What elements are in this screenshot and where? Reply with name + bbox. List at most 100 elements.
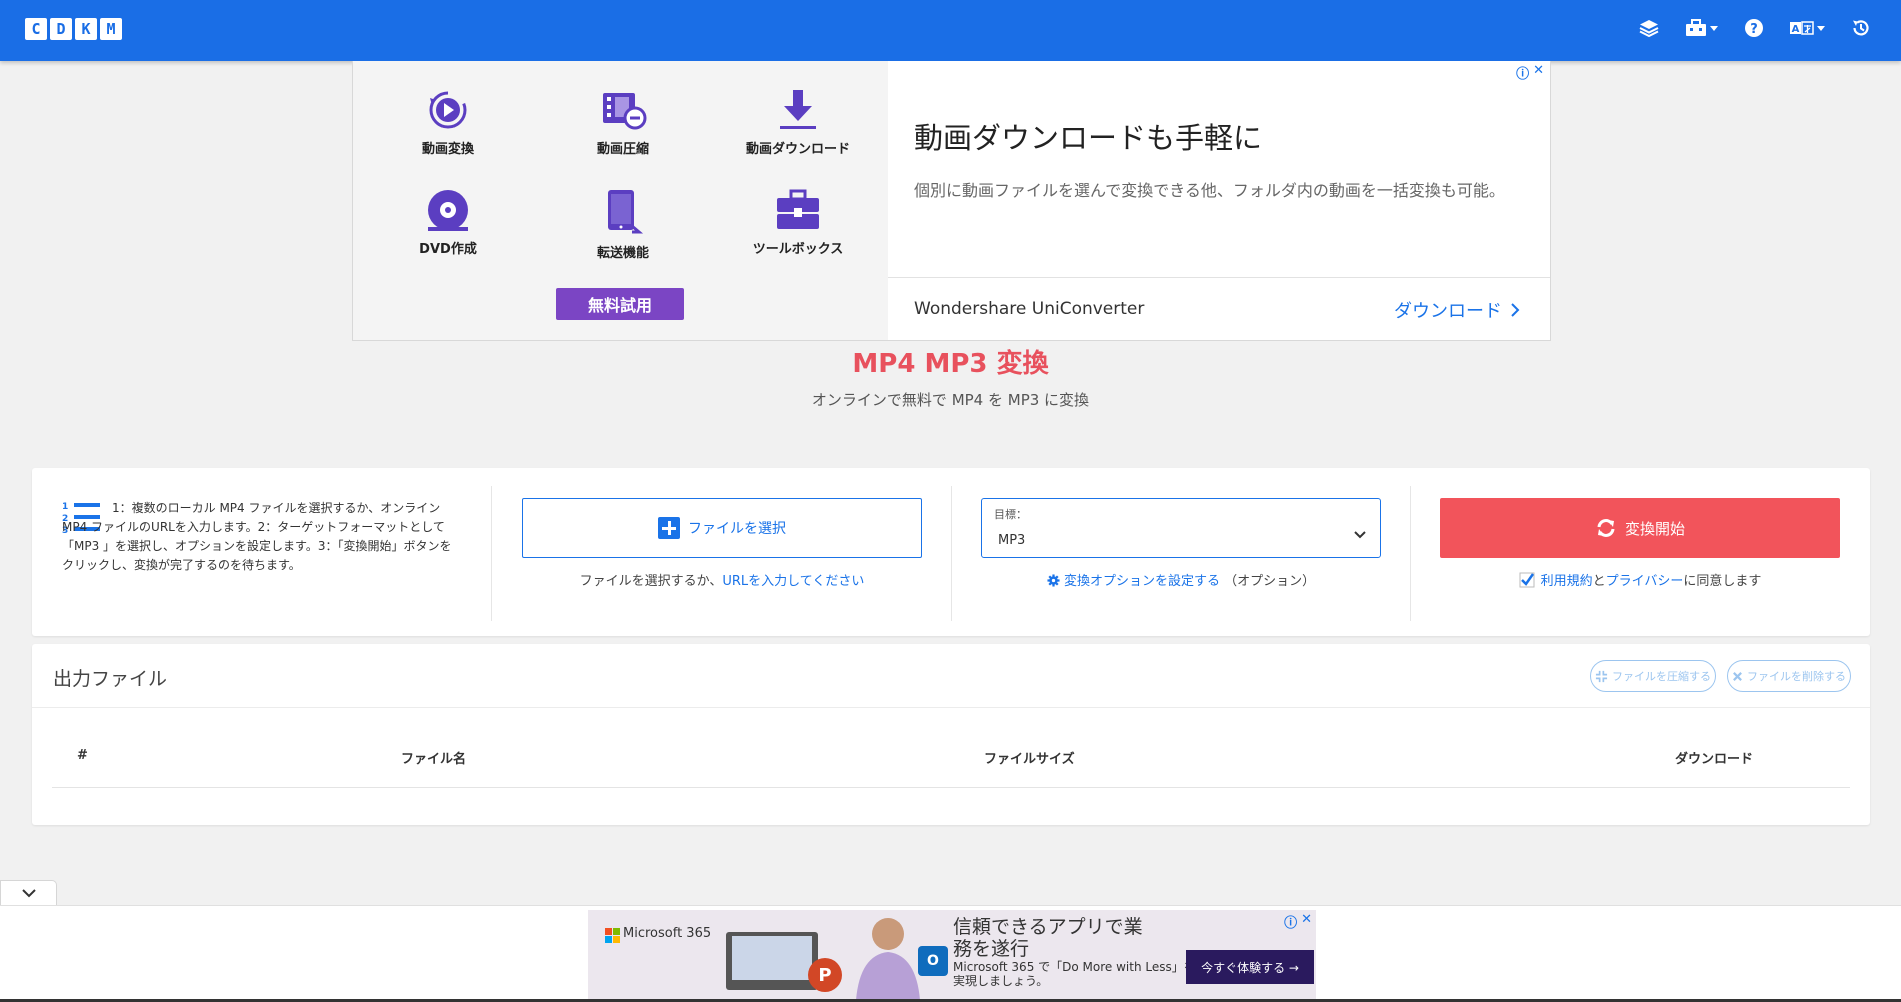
- help-icon[interactable]: ?: [1744, 18, 1764, 38]
- chevron-down-icon: [1817, 25, 1825, 31]
- ad-app-label: DVD作成: [419, 242, 477, 257]
- gear-icon: [1047, 574, 1060, 587]
- ad-headline: 信頼できるアプリで業務を遂行: [953, 916, 1143, 960]
- file-hint: ファイルを選択するか、URLを入力してください: [522, 570, 922, 589]
- delete-files-label: ファイルを削除する: [1747, 670, 1846, 683]
- transfer-icon: [608, 190, 644, 234]
- options-suffix: （オプション）: [1224, 574, 1316, 589]
- ad-body: 個別に動画ファイルを選んで変換できる他、フォルダ内の動画を一括変換も可能。: [914, 181, 1505, 200]
- ad-app-video-compress[interactable]: 動画圧縮: [548, 88, 698, 157]
- conversion-options-link[interactable]: 変換オプションを設定する: [1064, 574, 1220, 589]
- svg-text:A: A: [1792, 24, 1800, 35]
- collapse-ad-button[interactable]: [0, 880, 57, 906]
- refresh-icon: [1597, 519, 1615, 537]
- toolbox-icon: [1686, 19, 1706, 36]
- agree-and: と: [1592, 574, 1606, 589]
- logo-letter-c: C: [25, 18, 47, 40]
- target-value: MP3: [998, 533, 1026, 548]
- output-files-panel: 出力ファイル ファイルを圧縮する ファイルを削除する # ファイル名 ファイルサ…: [32, 644, 1870, 825]
- file-hint-text: ファイルを選択するか、: [579, 574, 723, 589]
- ad-app-dvd[interactable]: DVD作成: [373, 188, 523, 257]
- page-subtitle: オンラインで無料で MP4 を MP3 に変換: [811, 391, 1090, 409]
- ad-app-grid: 動画変換 動画圧縮 動画ダウンロード DVD作成 転送機能 ツールボックス 無料…: [353, 61, 888, 340]
- ad-choices[interactable]: ⓘ ✕: [1284, 912, 1312, 931]
- divider: [1410, 486, 1411, 621]
- ad-text-panel[interactable]: 動画ダウンロードも手軽に 個別に動画ファイルを選んで変換できる他、フォルダ内の動…: [888, 61, 1550, 340]
- ad-app-label: ツールボックス: [752, 242, 844, 257]
- chevron-right-icon: [1511, 303, 1520, 317]
- privacy-link[interactable]: プライバシー: [1606, 574, 1684, 589]
- video-convert-icon: [429, 91, 467, 129]
- logo-letter-k: K: [75, 18, 97, 40]
- top-advertisement[interactable]: 動画変換 動画圧縮 動画ダウンロード DVD作成 転送機能 ツールボックス 無料…: [352, 61, 1551, 341]
- target-label: 目標：: [994, 508, 1027, 521]
- chevron-down-icon: [1710, 25, 1718, 31]
- column-header-download: ダウンロード: [1675, 752, 1754, 767]
- ad-close-icon[interactable]: ✕: [1533, 63, 1544, 82]
- toolbox-menu-button[interactable]: [1685, 18, 1718, 38]
- compress-icon: [1595, 670, 1608, 682]
- choose-file-label: ファイルを選択: [688, 521, 786, 537]
- ad-info-icon[interactable]: ⓘ: [1284, 912, 1297, 931]
- start-convert-button[interactable]: 変換開始: [1440, 498, 1840, 558]
- bottom-advertisement[interactable]: Microsoft 365 P O 信頼できるアプリで業務を遂行 Microso…: [588, 910, 1316, 1000]
- ad-headline: 動画ダウンロードも手軽に: [914, 121, 1263, 155]
- divider: [491, 486, 492, 621]
- ad-info-icon[interactable]: ⓘ: [1516, 63, 1529, 82]
- column-header-filename: ファイル名: [401, 752, 467, 767]
- site-logo[interactable]: C D K M: [25, 18, 122, 40]
- ad-app-label: 動画ダウンロード: [745, 142, 850, 157]
- terms-link[interactable]: 利用規約: [1541, 574, 1593, 589]
- ad-app-label: 動画圧縮: [596, 142, 649, 157]
- ad-choices[interactable]: ⓘ ✕: [1516, 63, 1544, 82]
- ad-app-label: 転送機能: [596, 246, 649, 261]
- laptop-screen: [732, 936, 812, 980]
- toolbox-icon: [777, 189, 819, 229]
- powerpoint-icon: P: [808, 958, 842, 992]
- compress-files-label: ファイルを圧縮する: [1612, 670, 1711, 683]
- language-menu-button[interactable]: A: [1790, 20, 1825, 36]
- ad-cta-label: ダウンロード: [1394, 301, 1502, 322]
- target-format-select[interactable]: 目標： MP3: [981, 498, 1381, 558]
- try-now-button[interactable]: 今すぐ体験する →: [1186, 950, 1314, 984]
- history-icon[interactable]: [1851, 18, 1871, 38]
- ad-close-icon[interactable]: ✕: [1301, 912, 1312, 931]
- top-navbar: C D K M ? A: [0, 0, 1901, 61]
- output-title: 出力ファイル: [53, 668, 168, 690]
- agree-checkbox[interactable]: [1519, 572, 1535, 588]
- divider: [32, 707, 1870, 708]
- ad-divider: [888, 277, 1550, 278]
- ad-app-video-download[interactable]: 動画ダウンロード: [723, 88, 873, 157]
- converter-panel: 1 2 3 1：複数のローカル MP4 ファイルを選択するか、オンライン MP4…: [32, 468, 1870, 636]
- ad-brand: Microsoft 365: [623, 926, 712, 941]
- layers-icon[interactable]: [1639, 18, 1659, 38]
- video-compress-icon: [603, 93, 647, 130]
- agree-suffix: に同意します: [1683, 574, 1762, 589]
- divider: [951, 486, 952, 621]
- column-header-index: #: [77, 748, 88, 763]
- ad-app-video-convert[interactable]: 動画変換: [373, 88, 523, 157]
- chevron-down-icon: [1354, 531, 1366, 539]
- column-header-filesize: ファイルサイズ: [984, 752, 1075, 767]
- ad-app-label: 動画変換: [421, 142, 474, 157]
- outlook-icon: O: [918, 946, 948, 976]
- microsoft-logo: [605, 928, 620, 943]
- delete-files-button[interactable]: ファイルを削除する: [1727, 660, 1851, 692]
- options-line: 変換オプションを設定する （オプション）: [981, 570, 1381, 589]
- ad-app-transfer[interactable]: 転送機能: [548, 188, 698, 261]
- ad-brand: Wondershare UniConverter: [914, 299, 1145, 319]
- start-convert-label: 変換開始: [1624, 519, 1685, 538]
- language-icon: A: [1790, 21, 1814, 35]
- instructions-text: 1：複数のローカル MP4 ファイルを選択するか、オンライン MP4 ファイルの…: [62, 501, 452, 572]
- logo-letter-d: D: [50, 18, 72, 40]
- agreement-line: 利用規約とプライバシーに同意します: [1440, 570, 1840, 589]
- enter-url-link[interactable]: URLを入力してください: [722, 574, 864, 589]
- svg-text:?: ?: [1750, 22, 1758, 37]
- free-trial-button[interactable]: 無料試用: [556, 288, 684, 320]
- ad-app-toolbox[interactable]: ツールボックス: [723, 188, 873, 257]
- choose-file-button[interactable]: ファイルを選択: [522, 498, 922, 558]
- chevron-down-icon: [21, 889, 36, 898]
- plus-icon: [658, 517, 680, 539]
- compress-files-button[interactable]: ファイルを圧縮する: [1590, 660, 1716, 692]
- ad-download-link[interactable]: ダウンロード: [1394, 297, 1520, 323]
